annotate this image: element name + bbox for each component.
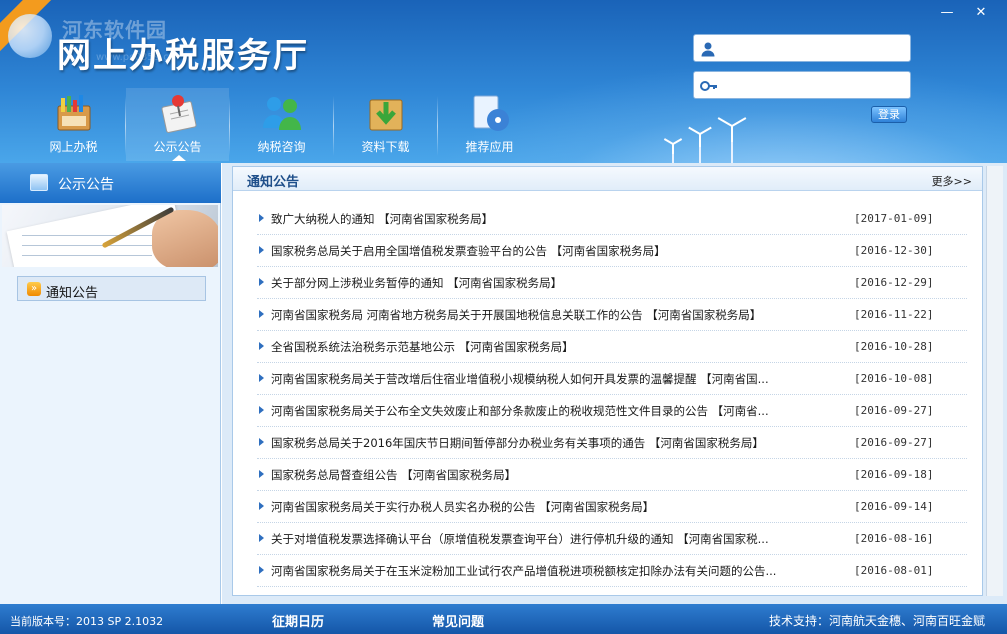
- login-button[interactable]: 登录: [871, 106, 907, 123]
- notice-title-link[interactable]: 国家税务总局关于启用全国增值税发票查验平台的公告 【河南省国家税务局】: [271, 243, 816, 259]
- notice-title-link[interactable]: 关于对增值税发票选择确认平台（原增值税发票查询平台）进行停机升级的通知 【河南省…: [271, 531, 816, 547]
- notice-row[interactable]: 河南省国家税务局关于实行办税人员实名办税的公告 【河南省国家税务局】 [2016-…: [257, 491, 967, 523]
- notice-title-link[interactable]: 全省国税系统法治税务示范基地公示 【河南省国家税务局】: [271, 339, 816, 355]
- notice-date: [2016-09-18]: [854, 468, 934, 481]
- nav-public-notice[interactable]: 公示公告: [126, 88, 229, 161]
- minimize-button[interactable]: —: [936, 6, 958, 22]
- bullet-arrow-icon: [259, 310, 264, 318]
- bullet-arrow-icon: [259, 246, 264, 254]
- download-box-icon: [364, 92, 408, 134]
- notice-date: [2016-09-14]: [854, 500, 934, 513]
- nav-label: 公示公告: [153, 140, 202, 154]
- notice-date: [2016-12-29]: [854, 276, 934, 289]
- notice-title-link[interactable]: 关于部分网上涉税业务暂停的通知 【河南省国家税务局】: [271, 275, 816, 291]
- notice-title-link[interactable]: 致广大纳税人的通知 【河南省国家税务局】: [271, 211, 816, 227]
- notice-pin-icon: [156, 92, 200, 134]
- notice-date: [2016-12-30]: [854, 244, 934, 257]
- panel-header: 通知公告 更多>>: [233, 167, 982, 191]
- bullet-arrow-icon: [259, 438, 264, 446]
- notice-panel: 通知公告 更多>> 致广大纳税人的通知 【河南省国家税务局】 [2017-01-0…: [232, 166, 983, 596]
- notice-date: [2016-09-27]: [854, 436, 934, 449]
- status-footer: 当前版本号：2013 SP 2.1032 征期日历 常见问题 技术支持：河南航天…: [0, 604, 1007, 634]
- sidebar-header: 公示公告: [0, 163, 221, 203]
- version-text: 当前版本号：2013 SP 2.1032: [10, 615, 164, 628]
- notice-title-link[interactable]: 河南省国家税务局关于在玉米淀粉加工业试行农产品增值税进项税额核定扣除办法有关问题…: [271, 563, 816, 579]
- wind-turbine-icon: [688, 126, 712, 163]
- bullet-arrow-icon: [259, 214, 264, 222]
- bullet-arrow-icon: [259, 278, 264, 286]
- user-icon: [700, 41, 716, 57]
- notice-title-link[interactable]: 河南省国家税务局关于公布全文失效废止和部分条款废止的税收规范性文件目录的公告 【…: [271, 403, 816, 419]
- app-logo-icon: [8, 14, 52, 58]
- bullet-arrow-icon: [259, 502, 264, 510]
- notice-date: [2016-10-08]: [854, 372, 934, 385]
- notice-row[interactable]: 国家税务总局关于启用全国增值税发票查验平台的公告 【河南省国家税务局】 [2016…: [257, 235, 967, 267]
- notice-row[interactable]: 河南省国家税务局关于公布全文失效废止和部分条款废止的税收规范性文件目录的公告 【…: [257, 395, 967, 427]
- username-field[interactable]: [693, 34, 911, 62]
- notice-date: [2016-08-01]: [854, 564, 934, 577]
- notice-row[interactable]: 河南省国家税务局关于在玉米淀粉加工业试行农产品增值税进项税额核定扣除办法有关问题…: [257, 555, 967, 587]
- sidebar-item-notices[interactable]: » 通知公告: [17, 276, 206, 301]
- nav-label: 推荐应用: [465, 140, 514, 154]
- notice-date: [2016-09-27]: [854, 404, 934, 417]
- sidebar-banner-image: [2, 205, 218, 267]
- tax-calendar-link[interactable]: 征期日历: [272, 611, 324, 630]
- scrollbar[interactable]: [986, 166, 1003, 596]
- nav-label: 网上办税: [49, 140, 98, 154]
- notice-row[interactable]: 致广大纳税人的通知 【河南省国家税务局】 [2017-01-09]: [257, 203, 967, 235]
- faq-link[interactable]: 常见问题: [432, 611, 484, 630]
- nav-online-tax[interactable]: 网上办税: [22, 88, 125, 161]
- arrow-right-icon: »: [27, 282, 41, 296]
- notice-row[interactable]: 关于对增值税发票选择确认平台（原增值税发票查询平台）进行停机升级的通知 【河南省…: [257, 523, 967, 555]
- nav-recommended-apps[interactable]: 推荐应用: [438, 88, 541, 161]
- bullet-arrow-icon: [259, 534, 264, 542]
- header-banner: 河东软件园 www.pc0359.cn 网上办税服务厅 — ✕ 登录 网上办税 …: [0, 0, 1007, 163]
- notice-title-link[interactable]: 河南省国家税务局关于实行办税人员实名办税的公告 【河南省国家税务局】: [271, 499, 816, 515]
- key-icon: [700, 78, 717, 94]
- bullet-arrow-icon: [259, 406, 264, 414]
- notice-date: [2016-10-28]: [854, 340, 934, 353]
- bullet-arrow-icon: [259, 374, 264, 382]
- notice-date: [2016-11-22]: [854, 308, 934, 321]
- main-nav: 网上办税 公示公告 纳税咨询 资料下载 推荐应用: [22, 88, 541, 163]
- bullet-arrow-icon: [259, 566, 264, 574]
- notice-title-link[interactable]: 国家税务总局督查组公告 【河南省国家税务局】: [271, 467, 816, 483]
- app-disc-icon: [468, 92, 512, 134]
- sidebar-item-label: 通知公告: [46, 286, 99, 301]
- notice-title-link[interactable]: 河南省国家税务局 河南省地方税务局关于开展国地税信息关联工作的公告 【河南省国家…: [271, 307, 816, 323]
- nav-download[interactable]: 资料下载: [334, 88, 437, 161]
- app-title: 网上办税服务厅: [57, 36, 309, 76]
- active-indicator: [172, 155, 186, 161]
- nav-tax-consult[interactable]: 纳税咨询: [230, 88, 333, 161]
- panel-title: 通知公告: [247, 175, 300, 190]
- bullet-arrow-icon: [259, 342, 264, 350]
- tech-support-text: 技术支持：河南航天金穗、河南百旺金赋: [768, 614, 985, 628]
- nav-label: 纳税咨询: [257, 140, 306, 154]
- wind-turbine-icon: [717, 117, 747, 163]
- more-link[interactable]: 更多>>: [932, 173, 972, 189]
- sidebar: 公示公告 » 通知公告: [0, 163, 221, 604]
- online-tax-icon: [52, 92, 96, 134]
- main-content: 通知公告 更多>> 致广大纳税人的通知 【河南省国家税务局】 [2017-01-0…: [222, 163, 1007, 604]
- notice-list: 致广大纳税人的通知 【河南省国家税务局】 [2017-01-09] 国家税务总局关于…: [257, 203, 967, 587]
- sidebar-header-label: 公示公告: [58, 177, 114, 193]
- notice-row[interactable]: 国家税务总局督查组公告 【河南省国家税务局】 [2016-09-18]: [257, 459, 967, 491]
- notice-row[interactable]: 河南省国家税务局关于营改增后住宿业增值税小规模纳税人如何开具发票的温馨提醒 【河…: [257, 363, 967, 395]
- nav-label: 资料下载: [361, 140, 410, 154]
- password-field[interactable]: [693, 71, 911, 99]
- close-button[interactable]: ✕: [970, 6, 992, 22]
- wind-turbine-icon: [663, 138, 683, 163]
- bullet-arrow-icon: [259, 470, 264, 478]
- notice-date: [2016-08-16]: [854, 532, 934, 545]
- consult-people-icon: [260, 92, 304, 134]
- monitor-icon: [30, 174, 48, 191]
- notice-title-link[interactable]: 国家税务总局关于2016年国庆节日期间暂停部分办税业务有关事项的通告 【河南省国…: [271, 435, 816, 451]
- notice-date: [2017-01-09]: [854, 212, 934, 225]
- notice-row[interactable]: 关于部分网上涉税业务暂停的通知 【河南省国家税务局】 [2016-12-29]: [257, 267, 967, 299]
- notice-row[interactable]: 河南省国家税务局 河南省地方税务局关于开展国地税信息关联工作的公告 【河南省国家…: [257, 299, 967, 331]
- notice-row[interactable]: 全省国税系统法治税务示范基地公示 【河南省国家税务局】 [2016-10-28]: [257, 331, 967, 363]
- notice-title-link[interactable]: 河南省国家税务局关于营改增后住宿业增值税小规模纳税人如何开具发票的温馨提醒 【河…: [271, 371, 816, 387]
- notice-row[interactable]: 国家税务总局关于2016年国庆节日期间暂停部分办税业务有关事项的通告 【河南省国…: [257, 427, 967, 459]
